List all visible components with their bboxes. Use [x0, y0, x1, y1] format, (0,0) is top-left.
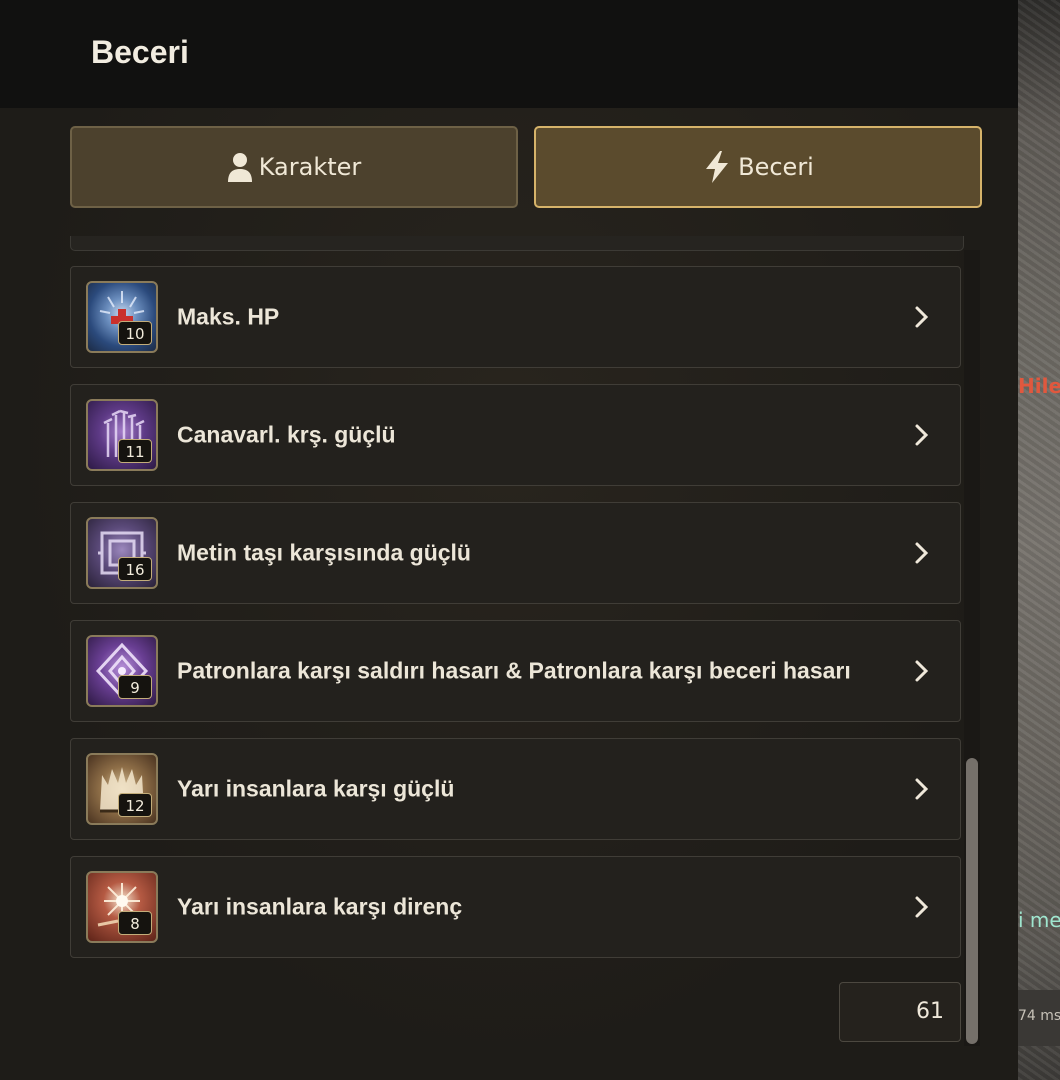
tab-beceri-label: Beceri [738, 153, 814, 181]
skill-row-monster-strength[interactable]: 11 Canavarl. krş. güçlü [70, 384, 961, 486]
skills-panel: Beceri Karakter Beceri 10 Maks. HP 11 Ca… [0, 0, 1018, 1080]
user-icon [227, 152, 253, 182]
game-overlay-red-text: Hilel [1018, 374, 1060, 398]
chevron-right-icon [915, 660, 929, 682]
skill-name: Yarı insanlara karşı güçlü [177, 775, 455, 802]
scrollbar-thumb[interactable] [966, 758, 978, 1044]
chevron-right-icon [915, 306, 929, 328]
skill-name: Metin taşı karşısında güçlü [177, 539, 471, 566]
skill-points-counter: 61 [839, 982, 961, 1042]
skill-row-max-hp[interactable]: 10 Maks. HP [70, 266, 961, 368]
tab-karakter[interactable]: Karakter [70, 126, 518, 208]
game-overlay-chat-text: i me [1018, 908, 1060, 932]
tab-karakter-label: Karakter [258, 153, 362, 181]
page-title: Beceri [91, 34, 189, 70]
skill-name: Patronlara karşı saldırı hasarı & Patron… [177, 657, 851, 684]
panel-header: Beceri [0, 0, 1018, 108]
skill-row-metin-stone[interactable]: 16 Metin taşı karşısında güçlü [70, 502, 961, 604]
previous-list-item-edge [70, 236, 964, 251]
skill-level-badge: 16 [118, 557, 152, 581]
skill-level-badge: 9 [118, 675, 152, 699]
chevron-right-icon [915, 424, 929, 446]
skill-name: Yarı insanlara karşı direnç [177, 893, 463, 920]
skill-row-half-human-strength[interactable]: 12 Yarı insanlara karşı güçlü [70, 738, 961, 840]
skill-level-badge: 12 [118, 793, 152, 817]
skill-level-badge: 10 [118, 321, 152, 345]
skill-row-boss-damage[interactable]: 9 Patronlara karşı saldırı hasarı & Patr… [70, 620, 961, 722]
ping-readout: 74 ms [1018, 1008, 1060, 1024]
chevron-right-icon [915, 778, 929, 800]
chevron-right-icon [915, 542, 929, 564]
skill-level-badge: 11 [118, 439, 152, 463]
skill-level-badge: 8 [118, 911, 152, 935]
skill-name: Maks. HP [177, 303, 280, 330]
chevron-right-icon [915, 896, 929, 918]
skill-row-half-human-resistance[interactable]: 8 Yarı insanlara karşı direnç [70, 856, 961, 958]
tab-beceri[interactable]: Beceri [534, 126, 982, 208]
lightning-icon [702, 150, 732, 184]
skill-name: Canavarl. krş. güçlü [177, 421, 396, 448]
